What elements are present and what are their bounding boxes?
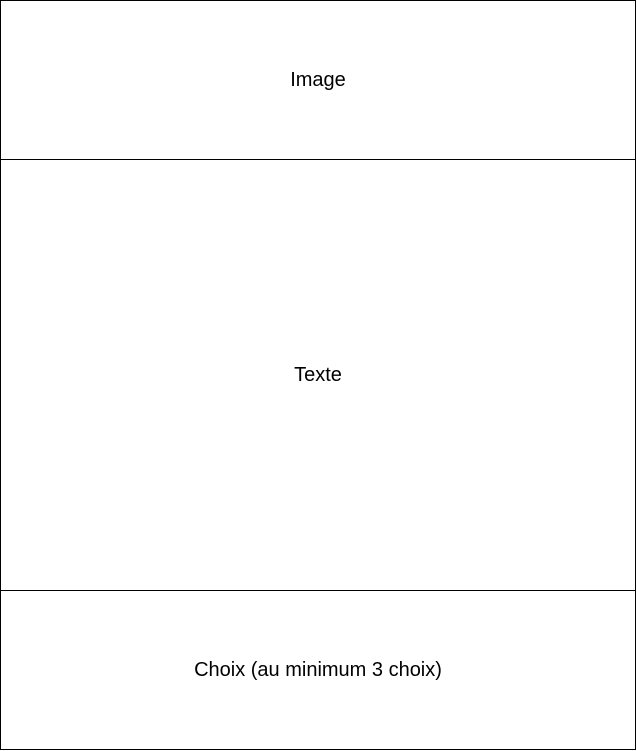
image-block: Image (0, 0, 636, 160)
text-block: Texte (0, 159, 636, 591)
wireframe-layout: Image Texte Choix (au minimum 3 choix) (0, 0, 637, 751)
image-block-label: Image (290, 69, 346, 91)
choices-block: Choix (au minimum 3 choix) (0, 590, 636, 750)
choices-block-label: Choix (au minimum 3 choix) (194, 659, 442, 681)
text-block-label: Texte (294, 364, 342, 386)
